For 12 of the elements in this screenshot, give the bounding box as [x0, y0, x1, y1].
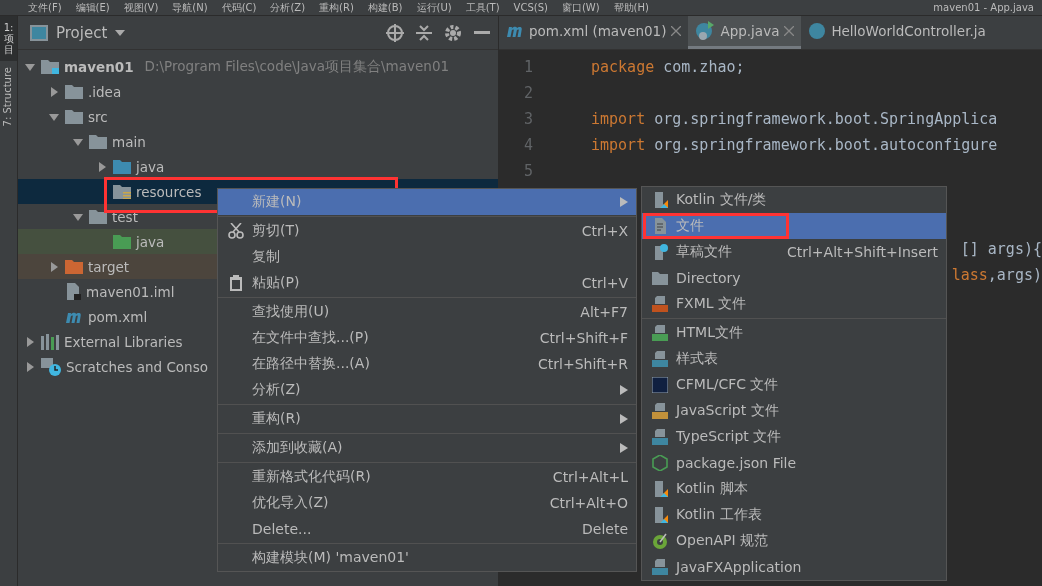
- code-line: lass,args): [951, 266, 1042, 284]
- line-number: 1: [522, 58, 534, 76]
- line-number: 4: [522, 136, 534, 154]
- module-path: D:\Program Files\code\Java项目集合\maven01: [144, 57, 450, 76]
- code-line: [] args){: [960, 240, 1042, 258]
- code-line: package com.zhao;: [591, 58, 745, 76]
- line-number: 3: [522, 110, 534, 128]
- code-line: import org.springframework.boot.autoconfigure: [591, 136, 998, 154]
- line-number: 2: [522, 84, 534, 102]
- line-number: 5: [522, 162, 534, 180]
- code-line: import org.springframework.boot.SpringApplica: [591, 110, 998, 128]
- window-title: maven01 - App.java: [933, 1, 1035, 14]
